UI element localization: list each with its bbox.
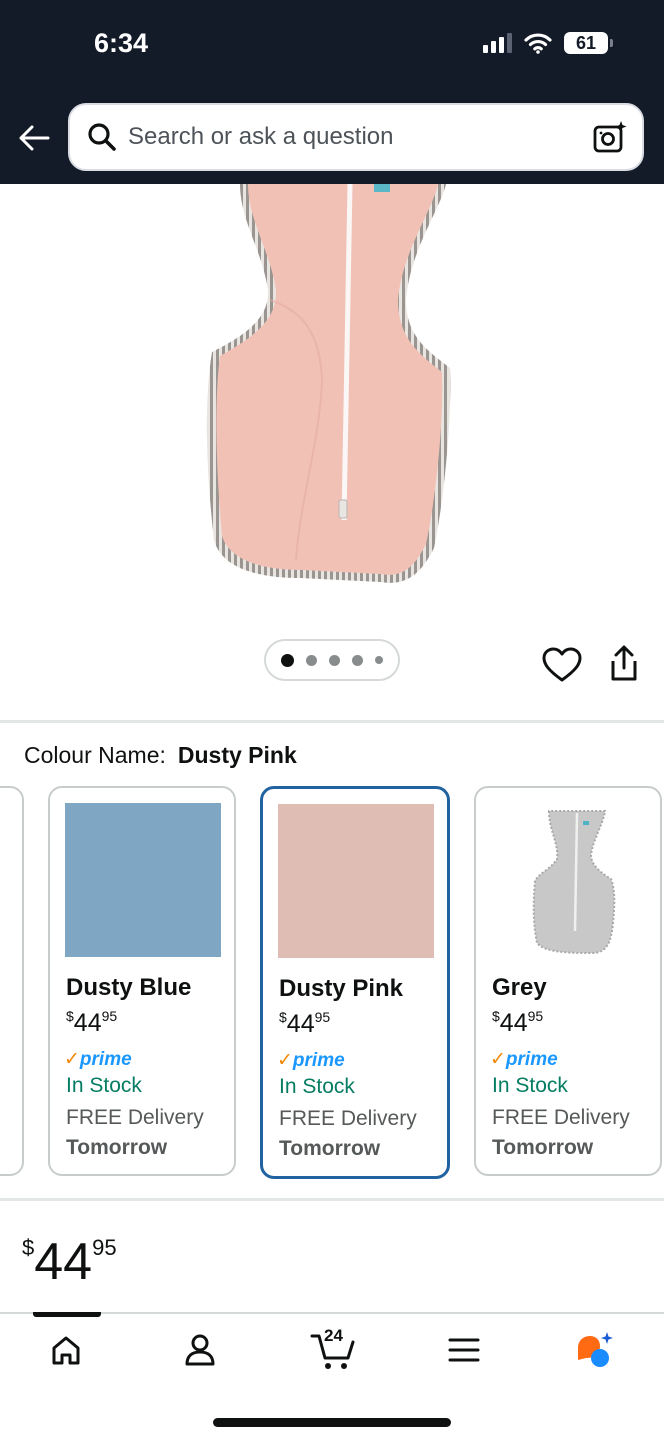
- carousel-dot[interactable]: [375, 656, 383, 664]
- swatch-card-dusty-pink[interactable]: Dusty Pink $4495 ✓prime In Stock FREE De…: [260, 786, 450, 1179]
- swatch-price: $4495: [66, 1008, 118, 1037]
- swatch-image-grey: [532, 810, 616, 955]
- stock-status: In Stock: [66, 1074, 142, 1097]
- swatch-card-partial[interactable]: [0, 786, 24, 1176]
- carousel-dot[interactable]: [329, 654, 340, 666]
- swatch-color: [278, 804, 434, 958]
- rufus-assistant-icon[interactable]: [574, 1330, 614, 1370]
- carousel-dot[interactable]: [352, 654, 363, 666]
- image-carousel-dots[interactable]: [264, 639, 400, 681]
- home-icon[interactable]: [46, 1330, 86, 1370]
- carousel-dot[interactable]: [306, 654, 317, 666]
- section-divider: [0, 720, 664, 723]
- swatch-card-grey[interactable]: Grey $4495 ✓prime In Stock FREE Delivery…: [474, 786, 662, 1176]
- account-icon[interactable]: [180, 1330, 220, 1370]
- delivery-info: FREE Delivery: [492, 1106, 630, 1129]
- product-price: $4495: [22, 1233, 117, 1291]
- home-indicator: [213, 1418, 451, 1427]
- menu-icon[interactable]: [444, 1330, 484, 1370]
- delivery-info: FREE Delivery: [279, 1107, 417, 1130]
- status-icons: 61: [483, 32, 613, 54]
- colour-name-row: Colour Name: Dusty Pink: [24, 742, 297, 769]
- carousel-dot[interactable]: [281, 653, 294, 667]
- delivery-day: Tomorrow: [66, 1136, 168, 1159]
- search-icon: [88, 123, 116, 151]
- stock-status: In Stock: [492, 1074, 568, 1097]
- wishlist-heart-icon[interactable]: [542, 646, 582, 686]
- back-arrow-icon[interactable]: [16, 122, 52, 154]
- delivery-info: FREE Delivery: [66, 1106, 204, 1129]
- product-page: 6:34 61 Search or ask a question Colour …: [0, 0, 664, 1440]
- prime-badge: ✓prime: [490, 1049, 558, 1070]
- prime-badge: ✓prime: [277, 1050, 345, 1071]
- section-divider: [0, 1198, 664, 1201]
- wifi-icon: [524, 33, 552, 54]
- colour-label: Colour Name:: [24, 742, 166, 768]
- swatch-name: Dusty Blue: [66, 974, 192, 1001]
- swatch-name: Dusty Pink: [279, 975, 404, 1002]
- header: 6:34 61: [0, 0, 664, 184]
- signal-icon: [483, 33, 512, 53]
- delivery-day: Tomorrow: [279, 1137, 381, 1160]
- cart-count-badge: 24: [324, 1326, 343, 1345]
- swatch-card-dusty-blue[interactable]: Dusty Blue $4495 ✓prime In Stock FREE De…: [48, 786, 236, 1176]
- delivery-day: Tomorrow: [492, 1136, 594, 1159]
- swatch-name: Grey: [492, 974, 547, 1001]
- battery-icon: 61: [564, 32, 613, 54]
- prime-badge: ✓prime: [64, 1049, 132, 1070]
- camera-search-icon[interactable]: [592, 119, 628, 155]
- product-image[interactable]: [0, 184, 664, 624]
- status-time: 6:34: [94, 28, 149, 58]
- colour-selected-value: Dusty Pink: [177, 742, 297, 768]
- swatch-price: $4495: [492, 1008, 544, 1037]
- search-bar[interactable]: [68, 103, 644, 171]
- share-icon[interactable]: [604, 644, 644, 684]
- swatch-color: [65, 803, 221, 957]
- swatch-price: $4495: [279, 1009, 331, 1038]
- nav-active-indicator: [33, 1312, 101, 1317]
- search-input[interactable]: [128, 123, 568, 151]
- stock-status: In Stock: [279, 1075, 355, 1098]
